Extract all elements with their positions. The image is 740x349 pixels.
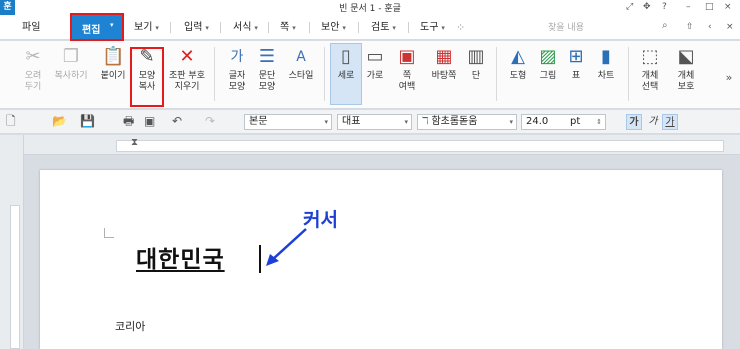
- redo-icon[interactable]: ↷: [205, 113, 215, 129]
- menu-review[interactable]: 검토 ▾: [371, 21, 396, 35]
- style-select[interactable]: 본문 ▾: [244, 114, 332, 130]
- close-icon[interactable]: ×: [724, 1, 732, 13]
- style-icon: A: [296, 49, 306, 65]
- ribbon-options-icon[interactable]: ⁘: [456, 21, 465, 34]
- cursor-annotation-label: 커서: [303, 209, 338, 231]
- margin-marker: [104, 228, 114, 238]
- new-doc-icon[interactable]: 🗋: [6, 113, 16, 129]
- minimize-icon[interactable]: –: [686, 1, 691, 13]
- more-icon: »: [725, 71, 733, 84]
- chart-icon: ▮: [601, 46, 611, 67]
- portrait-icon: ▯: [341, 46, 351, 67]
- table-button[interactable]: ⊞ 표: [563, 46, 589, 82]
- font-type-icon: ℸ: [422, 116, 429, 127]
- para-shape-icon: ☰: [258, 46, 276, 67]
- table-icon: ⊞: [568, 46, 584, 67]
- menu-edit[interactable]: 편집 ▾: [70, 13, 124, 41]
- format-painter-icon: ✎: [139, 46, 155, 67]
- bold-button[interactable]: 가: [626, 114, 642, 130]
- search-icon[interactable]: ⌕: [662, 20, 668, 31]
- shape-icon: ◭: [511, 46, 525, 67]
- paste-icon: 📋: [102, 46, 125, 67]
- prev-doc-icon[interactable]: ‹: [708, 21, 712, 33]
- search-input[interactable]: 찾을 내용: [548, 20, 658, 35]
- underline-button[interactable]: 가: [662, 114, 678, 130]
- menu-insert[interactable]: 입력 ▾: [184, 21, 209, 35]
- hwp-window: 훈 빈 문서 1 - 훈글 ⤢ ✥ ? – □ × 파일 보기 ▾ 입력 ▾ 서식 ▾…: [0, 0, 740, 349]
- chart-button[interactable]: ▮ 차트: [591, 46, 621, 82]
- cut-button[interactable]: ✂ 오려 두기: [18, 46, 48, 93]
- menu-security[interactable]: 보안 ▾: [321, 21, 346, 35]
- clear-codes-icon: ✕: [179, 46, 195, 67]
- maximize-icon[interactable]: □: [705, 1, 714, 13]
- picture-button[interactable]: ▨ 그림: [534, 46, 562, 82]
- menu-file[interactable]: 파일: [22, 21, 40, 34]
- master-page-button[interactable]: ▦ 바탕쪽: [426, 46, 462, 82]
- master-page-icon: ▦: [435, 46, 453, 67]
- headline-text[interactable]: 대한민국: [136, 240, 225, 274]
- ruler-corner: [0, 135, 24, 155]
- font-size-field[interactable]: 24.0 pt ⇕: [521, 114, 606, 130]
- page-margin-icon: ▣: [398, 46, 416, 67]
- close-doc-icon[interactable]: ×: [726, 21, 734, 33]
- object-select-button[interactable]: ⬚ 개체 선택: [634, 46, 666, 93]
- fullscreen-icon[interactable]: ⤢: [626, 1, 633, 13]
- copy-button[interactable]: ❐ 복사하기: [50, 46, 92, 82]
- menu-view[interactable]: 보기 ▾: [134, 21, 159, 35]
- indent-marker-icon[interactable]: ⧗: [131, 137, 138, 148]
- save-icon[interactable]: 💾: [80, 113, 95, 129]
- format-toolbar: 🗋 📂 💾 🖶 ▣ ↶ ↷ 본문 ▾ 대표 ▾ ℸ 함초롬돋움 ▾ 24.0 pt…: [0, 110, 740, 134]
- para-shape-button[interactable]: ☰ 문단 모양: [252, 46, 282, 93]
- page-margin-button[interactable]: ▣ 쪽 여백: [392, 46, 422, 93]
- preview-icon[interactable]: ▣: [144, 113, 155, 129]
- style-button[interactable]: A 스타일: [284, 46, 318, 82]
- clear-codes-button[interactable]: ✕ 조판 부호 지우기: [164, 46, 210, 93]
- ruler-text-area: [116, 140, 724, 152]
- menu-format[interactable]: 서식 ▾: [233, 21, 258, 35]
- menu-tools[interactable]: 도구 ▾: [420, 21, 445, 35]
- picture-icon: ▨: [539, 46, 557, 67]
- open-icon[interactable]: 📂: [52, 113, 67, 129]
- move-icon[interactable]: ✥: [643, 1, 651, 13]
- print-icon[interactable]: 🖶: [123, 113, 134, 129]
- char-shape-button[interactable]: 가 글자 모양: [222, 46, 252, 93]
- format-painter-button[interactable]: ✎ 모양 복사: [131, 46, 163, 93]
- paste-button[interactable]: 📋 붙이기: [96, 46, 130, 82]
- collapse-ribbon-icon[interactable]: ⇧: [686, 21, 694, 33]
- copy-icon: ❐: [62, 46, 80, 67]
- columns-button[interactable]: ▥ 단: [463, 46, 489, 82]
- vruler-text-area: [10, 205, 20, 349]
- object-protect-button[interactable]: ⬕ 개체 보호: [670, 46, 702, 93]
- scissors-icon: ✂: [25, 46, 41, 67]
- portrait-button[interactable]: ▯ 세로: [331, 46, 361, 82]
- italic-button[interactable]: 가: [645, 114, 661, 130]
- language-select[interactable]: 대표 ▾: [337, 114, 412, 130]
- object-protect-icon: ⬕: [677, 46, 695, 67]
- landscape-icon: ▭: [366, 46, 384, 67]
- text-cursor: [259, 245, 261, 273]
- undo-icon[interactable]: ↶: [172, 113, 182, 129]
- ribbon-more-button[interactable]: »: [722, 66, 736, 85]
- char-shape-icon: 가: [230, 49, 244, 65]
- object-select-icon: ⬚: [641, 46, 659, 67]
- columns-icon: ▥: [467, 46, 485, 67]
- font-select[interactable]: ℸ 함초롬돋움 ▾: [417, 114, 517, 130]
- help-icon[interactable]: ?: [662, 1, 667, 13]
- menu-page[interactable]: 쪽 ▾: [280, 21, 296, 35]
- shape-button[interactable]: ◭ 도형: [503, 46, 533, 82]
- landscape-button[interactable]: ▭ 가로: [362, 46, 388, 82]
- body-paragraph[interactable]: 코리아: [115, 318, 145, 334]
